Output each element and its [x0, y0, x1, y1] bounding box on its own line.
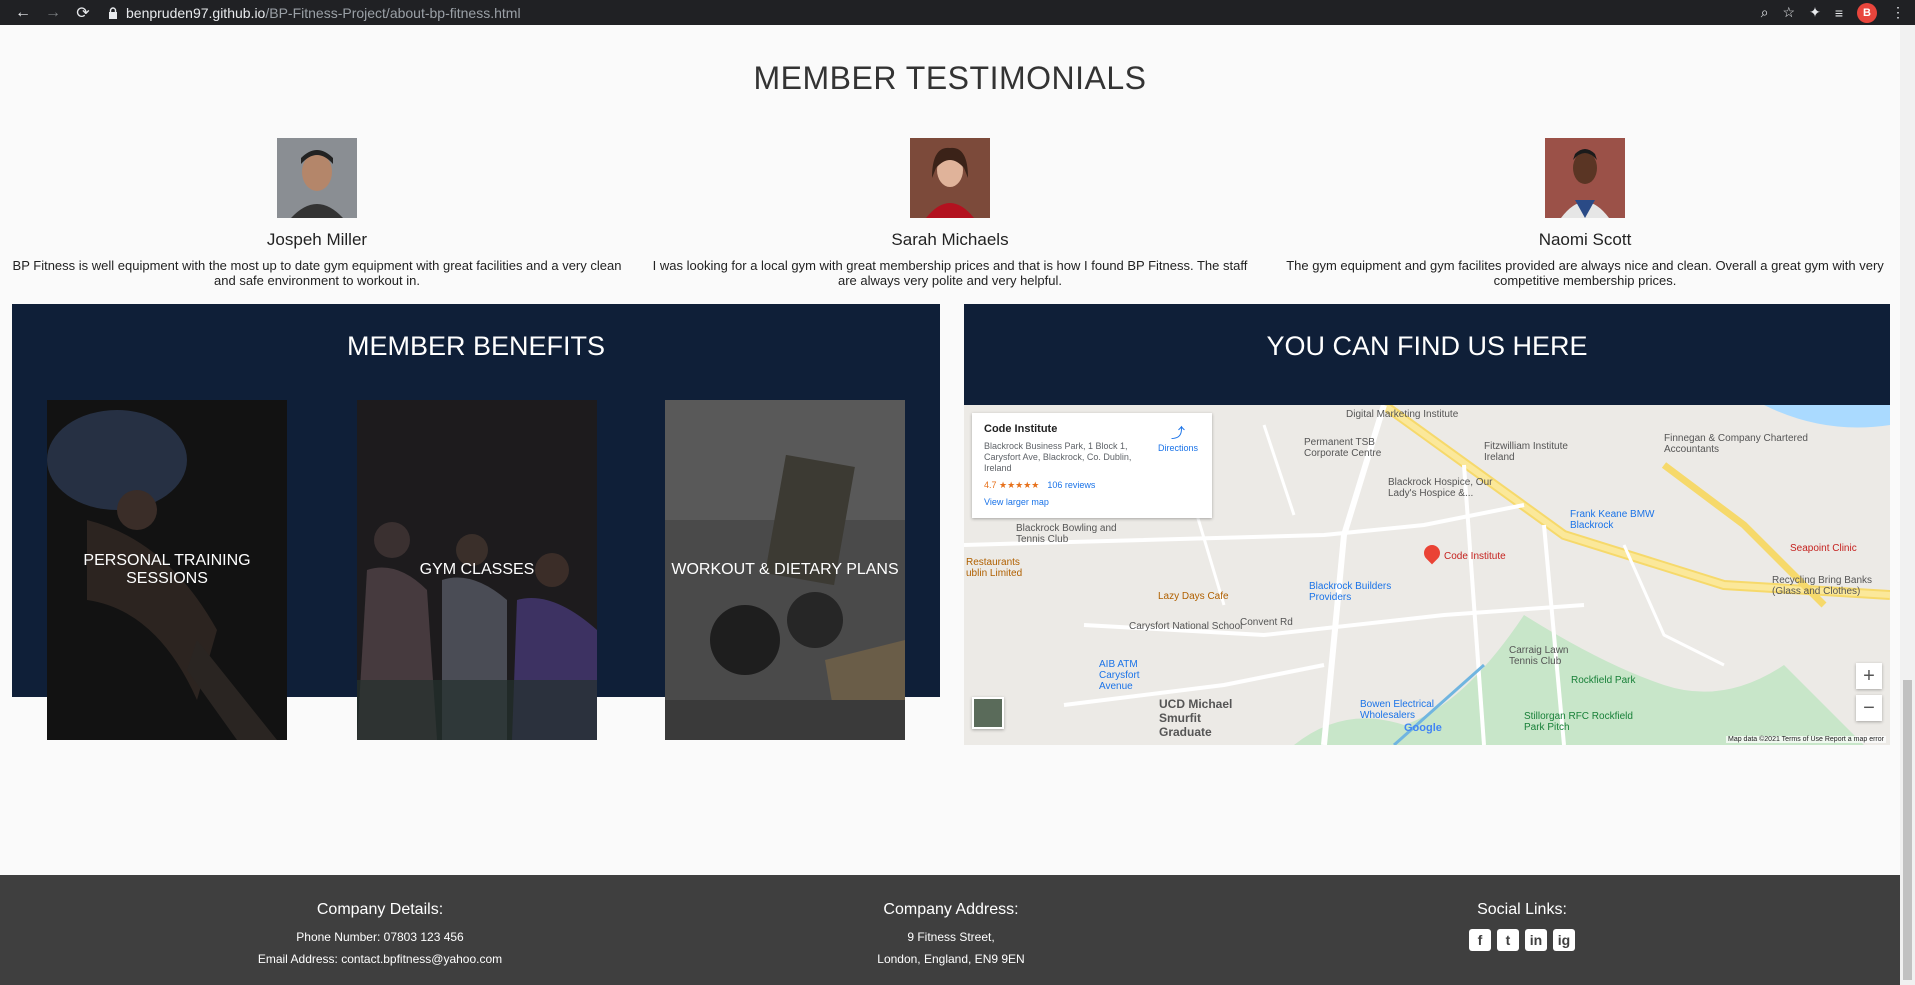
map-label: Stillorgan RFC Rockfield Park Pitch	[1524, 711, 1633, 733]
benefit-label: WORKOUT & DIETARY PLANS	[671, 561, 899, 578]
map-label: Permanent TSB Corporate Centre	[1304, 437, 1382, 459]
member-benefits-title: MEMBER BENEFITS	[346, 331, 606, 361]
find-us-title: YOU CAN FIND US HERE	[1266, 331, 1588, 361]
map-label: Recycling Bring Banks (Glass and Clothes…	[1772, 575, 1873, 597]
member-quote: BP Fitness is well equipment with the mo…	[12, 258, 622, 288]
map-label: Digital Marketing Institute	[1346, 409, 1459, 420]
map-footer[interactable]: Map data ©2021 Terms of Use Report a map…	[1726, 736, 1886, 743]
member-name: Naomi Scott	[1538, 230, 1632, 249]
facebook-icon[interactable]: f	[1469, 929, 1491, 951]
menu-icon[interactable]: ⋮	[1891, 4, 1905, 21]
map-info-card: Code Institute Blackrock Business Park, …	[972, 413, 1212, 518]
address-line-1: 9 Fitness Street,	[907, 930, 995, 944]
map-label: UCD Michael Smurfit Graduate	[1159, 697, 1233, 739]
benefit-card-workout-plans[interactable]: WORKOUT & DIETARY PLANS	[665, 400, 905, 740]
embedded-map[interactable]: Code Institute Blackrock Business Park, …	[964, 405, 1890, 745]
company-address-title: Company Address:	[883, 901, 1019, 918]
browser-toolbar: ← → ⟳ benpruden97.github.io/BP-Fitness-P…	[0, 0, 1915, 25]
benefit-card-personal-training[interactable]: PERSONAL TRAINING SESSIONS	[47, 400, 287, 740]
map-label: Fitzwilliam Institute Ireland	[1484, 441, 1568, 463]
map-label: Blackrock Hospice, Our Lady's Hospice &.…	[1388, 477, 1493, 499]
back-icon[interactable]: ←	[12, 2, 34, 24]
google-logo: Google	[1404, 722, 1442, 734]
map-label: Carraig Lawn Tennis Club	[1509, 645, 1569, 667]
map-label: Seapoint Clinic	[1790, 543, 1857, 554]
member-quote: The gym equipment and gym facilites prov…	[1286, 258, 1884, 288]
map-label: Carysfort National School	[1129, 621, 1243, 632]
map-label: Blackrock Bowling and Tennis Club	[1016, 523, 1117, 545]
benefit-label: PERSONAL TRAINING SESSIONS	[83, 552, 251, 587]
map-label: Finnegan & Company Chartered Accountants	[1664, 433, 1808, 455]
star-icon[interactable]: ☆	[1783, 4, 1796, 21]
instagram-icon[interactable]: ig	[1553, 929, 1575, 951]
lock-icon	[109, 6, 117, 19]
benefit-card-gym-classes[interactable]: GYM CLASSES	[357, 400, 597, 740]
linkedin-icon[interactable]: in	[1525, 929, 1547, 951]
map-label: Convent Rd	[1240, 617, 1293, 628]
testimonial-card: Sarah Michaels I was looking for a local…	[645, 138, 1255, 288]
company-details: Company Details: Phone Number: 07803 123…	[180, 901, 580, 970]
page-scrollbar[interactable]	[1900, 25, 1915, 985]
map-larger-link[interactable]: View larger map	[984, 497, 1200, 507]
zoom-in-button[interactable]: +	[1856, 663, 1882, 689]
map-label: Lazy Days Cafe	[1158, 591, 1229, 602]
address-line-2: London, England, EN9 9EN	[877, 952, 1025, 966]
map-pin-label: Code Institute	[1444, 551, 1506, 562]
company-email: Email Address: contact.bpfitness@yahoo.c…	[257, 952, 503, 966]
media-icon[interactable]: ≡	[1835, 5, 1843, 21]
map-label: Frank Keane BMW Blackrock	[1570, 509, 1655, 531]
twitter-icon[interactable]: t	[1497, 929, 1519, 951]
member-benefits-section: MEMBER BENEFITS PERSONAL TRAINING SESSIO…	[12, 304, 940, 740]
social-links-title: Social Links:	[1477, 901, 1567, 918]
member-quote: I was looking for a local gym with great…	[652, 258, 1248, 288]
map-label: Rockfield Park	[1571, 675, 1636, 686]
find-us-section: YOU CAN FIND US HERE Code Institute Blac…	[964, 304, 1890, 745]
map-label: Restaurants ublin Limited	[966, 557, 1023, 579]
social-links: Social Links: f t in ig	[1322, 901, 1722, 951]
site-footer: Company Details: Phone Number: 07803 123…	[0, 875, 1900, 985]
extensions-icon[interactable]: ✦	[1809, 4, 1821, 21]
company-phone: Phone Number: 07803 123 456	[296, 930, 464, 944]
member-name: Jospeh Miller	[266, 230, 368, 249]
member-photo	[277, 138, 357, 218]
directions-icon: ⤴	[1170, 425, 1185, 441]
zoom-out-button[interactable]: −	[1856, 695, 1882, 721]
map-label: Blackrock Builders Providers	[1309, 581, 1392, 603]
map-label: AIB ATM Carysfort Avenue	[1099, 659, 1140, 692]
map-reviews-link[interactable]: 106 reviews	[1047, 480, 1095, 490]
benefit-label: GYM CLASSES	[419, 561, 535, 578]
member-photo	[910, 138, 990, 218]
member-name: Sarah Michaels	[891, 230, 1009, 249]
profile-avatar[interactable]: B	[1857, 2, 1877, 23]
company-details-title: Company Details:	[316, 901, 444, 918]
zoom-icon[interactable]: ⌕	[1761, 4, 1769, 21]
company-address: Company Address: 9 Fitness Street, Londo…	[751, 901, 1151, 970]
scrollbar-thumb[interactable]	[1903, 680, 1912, 980]
forward-icon[interactable]: →	[42, 2, 64, 24]
map-place-address: Blackrock Business Park, 1 Block 1, Cary…	[984, 441, 1132, 473]
testimonial-card: Jospeh Miller BP Fitness is well equipme…	[12, 138, 622, 288]
map-label: Bowen Electrical Wholesalers	[1360, 699, 1434, 721]
testimonials-title: MEMBER TESTIMONIALS	[753, 60, 1147, 96]
map-directions-button[interactable]: ⤴ Directions	[1158, 423, 1198, 453]
address-bar[interactable]: benpruden97.github.io/BP-Fitness-Project…	[108, 5, 521, 21]
reload-icon[interactable]: ⟳	[72, 2, 94, 24]
testimonial-card: Naomi Scott The gym equipment and gym fa…	[1280, 138, 1890, 288]
page: MEMBER TESTIMONIALS Jospeh Miller BP Fit…	[0, 25, 1900, 985]
url-path: /BP-Fitness-Project/about-bp-fitness.htm…	[265, 4, 521, 21]
satellite-toggle[interactable]	[972, 697, 1004, 729]
url-host: benpruden97.github.io	[126, 4, 266, 21]
map-rating: 4.7 ★★★★★ 106 reviews	[984, 480, 1096, 490]
member-photo	[1545, 138, 1625, 218]
